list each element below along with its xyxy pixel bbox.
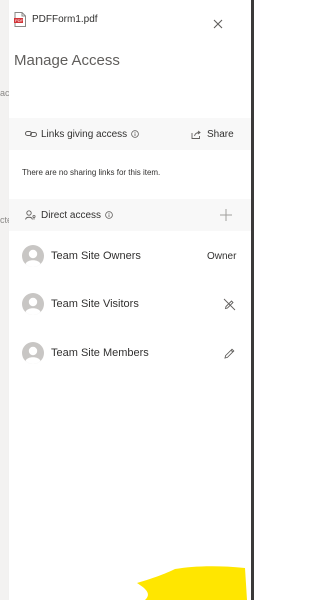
member-row[interactable]: Team Site Owners Owner (9, 243, 251, 269)
avatar (22, 293, 44, 315)
links-giving-access-section: Links giving access Share (9, 118, 251, 150)
share-label: Share (207, 128, 234, 140)
file-name: PDFForm1.pdf (32, 13, 98, 25)
background-text-fragment: acte (0, 88, 9, 98)
member-name: Team Site Visitors (51, 298, 139, 310)
file-header: PDF PDFForm1.pdf (14, 10, 98, 28)
links-section-label: Links giving access (41, 128, 128, 140)
link-icon (25, 131, 37, 137)
member-role: Owner (207, 250, 237, 262)
close-icon (213, 19, 223, 29)
background-text-fragment: cte (0, 215, 9, 225)
direct-access-label: Direct access (41, 209, 102, 221)
close-button[interactable] (210, 16, 226, 32)
svg-text:PDF: PDF (15, 18, 24, 23)
member-name: Team Site Owners (51, 250, 141, 262)
add-icon[interactable] (219, 208, 233, 222)
no-links-message: There are no sharing links for this item… (22, 168, 161, 177)
share-icon (191, 130, 201, 139)
member-name: Team Site Members (51, 347, 149, 359)
info-icon[interactable] (105, 211, 113, 219)
member-row[interactable]: Team Site Visitors (9, 291, 251, 317)
yellow-highlight-mark (137, 566, 247, 600)
background-page-strip: acte cte (0, 0, 9, 600)
avatar (22, 245, 44, 267)
person-key-icon (25, 210, 36, 220)
avatar (22, 342, 44, 364)
pdf-file-icon: PDF (14, 11, 26, 27)
member-row[interactable]: Team Site Members (9, 340, 251, 366)
direct-access-section: Direct access (9, 199, 251, 231)
panel-title: Manage Access (14, 52, 120, 69)
info-icon[interactable] (131, 130, 139, 138)
no-edit-icon[interactable] (223, 298, 236, 311)
edit-icon[interactable] (223, 347, 236, 360)
share-button[interactable]: Share (191, 118, 234, 150)
page-background (254, 0, 288, 600)
